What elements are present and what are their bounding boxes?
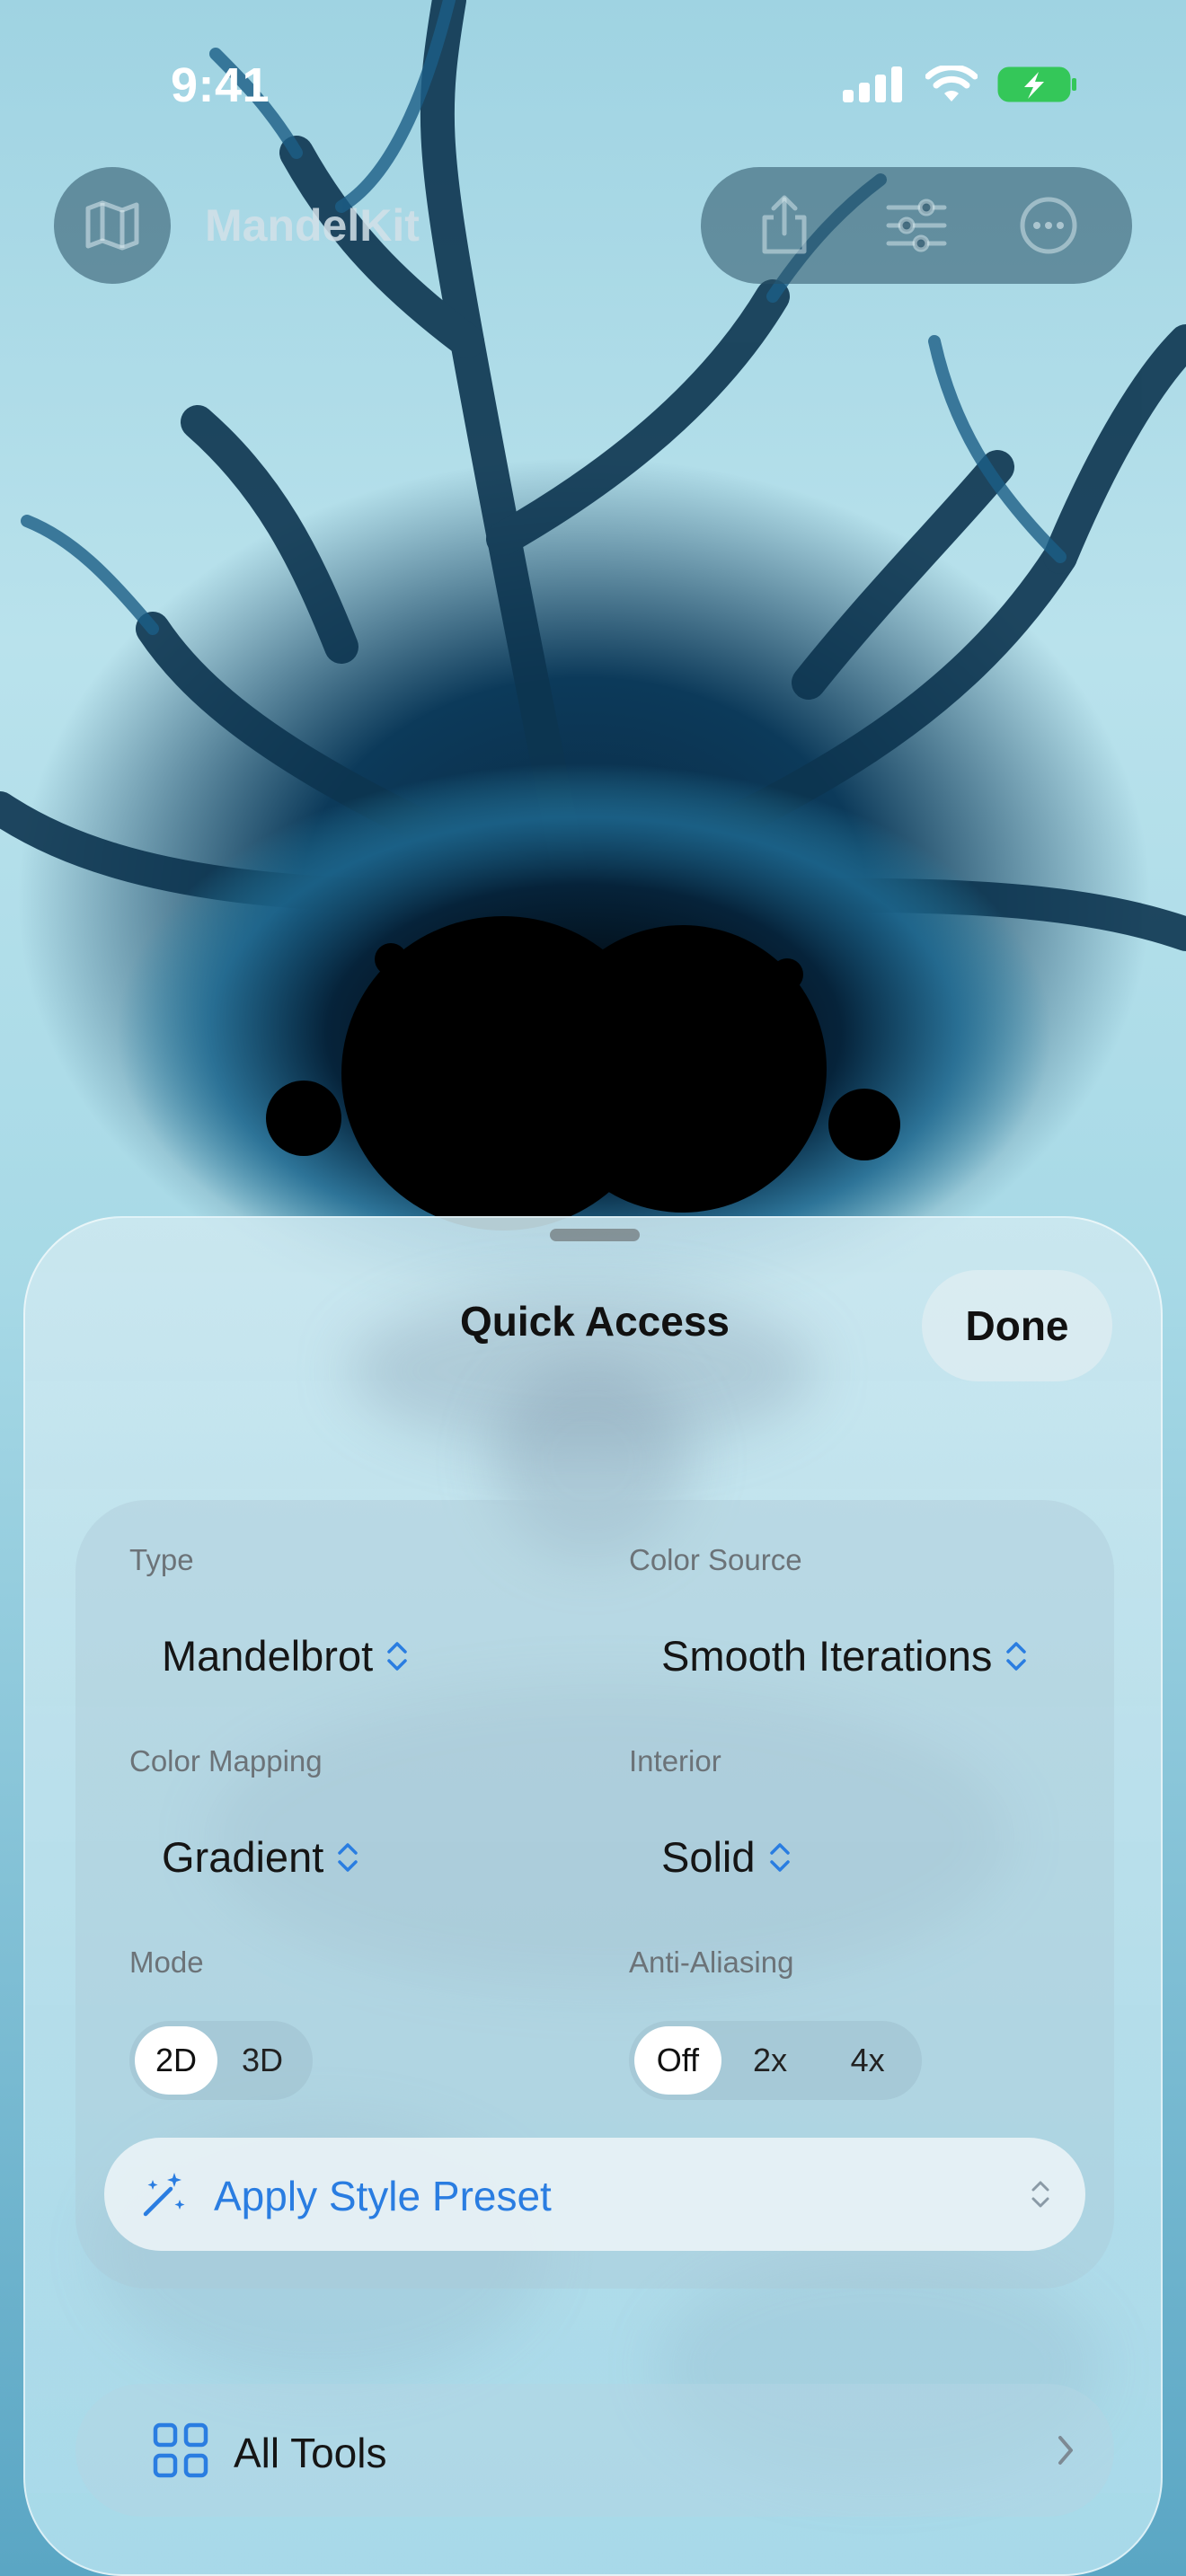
chevron-up-down-icon bbox=[387, 1641, 407, 1671]
status-time: 9:41 bbox=[171, 58, 270, 112]
mode-option-3d[interactable]: 3D bbox=[217, 2026, 307, 2095]
grid-icon bbox=[153, 2422, 208, 2478]
anti-aliasing-option-off[interactable]: Off bbox=[634, 2026, 721, 2095]
chevron-up-down-icon bbox=[769, 1842, 790, 1872]
anti-aliasing-label: Anti-Aliasing bbox=[629, 1945, 794, 1979]
color-mapping-label: Color Mapping bbox=[129, 1744, 323, 1778]
settings-card: Type Mandelbrot Color Source Smooth Iter… bbox=[75, 1500, 1114, 2289]
color-source-value: Smooth Iterations bbox=[661, 1632, 993, 1680]
cellular-signal-icon bbox=[843, 66, 902, 102]
battery-charging-icon bbox=[997, 66, 1076, 102]
map-icon bbox=[85, 200, 139, 251]
sheet-grabber[interactable] bbox=[550, 1229, 640, 1241]
ellipsis-circle-icon bbox=[1020, 197, 1077, 254]
apply-style-preset-label: Apply Style Preset bbox=[214, 2173, 552, 2219]
color-mapping-value: Gradient bbox=[162, 1833, 324, 1881]
all-tools-label: All Tools bbox=[234, 2430, 387, 2476]
status-icons bbox=[843, 65, 1078, 104]
mode-segmented-control: 2D 3D bbox=[129, 2021, 313, 2100]
chevron-up-down-icon bbox=[338, 1842, 358, 1872]
chevron-right-icon bbox=[1058, 2436, 1073, 2465]
mode-label: Mode bbox=[129, 1945, 204, 1979]
interior-picker[interactable]: Solid bbox=[661, 1832, 792, 1882]
color-mapping-picker[interactable]: Gradient bbox=[162, 1832, 359, 1882]
share-icon bbox=[762, 195, 807, 254]
app-title: MandelKit bbox=[205, 200, 420, 251]
type-picker[interactable]: Mandelbrot bbox=[162, 1631, 409, 1681]
status-bar: 9:41 bbox=[0, 0, 1186, 171]
all-tools-row[interactable]: All Tools bbox=[75, 2384, 1114, 2517]
done-button[interactable]: Done bbox=[922, 1270, 1112, 1381]
map-button[interactable] bbox=[54, 167, 171, 284]
interior-value: Solid bbox=[661, 1833, 756, 1881]
type-label: Type bbox=[129, 1543, 194, 1576]
apply-style-preset-button[interactable]: Apply Style Preset bbox=[104, 2138, 1085, 2251]
color-source-picker[interactable]: Smooth Iterations bbox=[661, 1631, 1028, 1681]
adjustments-button[interactable] bbox=[876, 185, 957, 266]
interior-label: Interior bbox=[629, 1744, 721, 1778]
chevron-up-down-icon bbox=[1006, 1641, 1027, 1671]
more-button[interactable] bbox=[1008, 185, 1089, 266]
chevron-up-down-icon bbox=[1031, 2181, 1049, 2208]
quick-access-sheet: Quick Access Done Type Mandelbrot Color … bbox=[23, 1216, 1163, 2576]
magic-wand-icon bbox=[143, 2173, 185, 2217]
wifi-icon bbox=[925, 66, 978, 101]
anti-aliasing-option-4x[interactable]: 4x bbox=[819, 2026, 916, 2095]
mode-option-2d[interactable]: 2D bbox=[135, 2026, 217, 2095]
anti-aliasing-segmented-control: Off 2x 4x bbox=[629, 2021, 922, 2100]
share-button[interactable] bbox=[744, 185, 825, 266]
type-value: Mandelbrot bbox=[162, 1632, 374, 1680]
toolbar-actions bbox=[701, 167, 1132, 284]
anti-aliasing-option-2x[interactable]: 2x bbox=[721, 2026, 819, 2095]
sliders-icon bbox=[886, 198, 947, 252]
color-source-label: Color Source bbox=[629, 1543, 802, 1576]
